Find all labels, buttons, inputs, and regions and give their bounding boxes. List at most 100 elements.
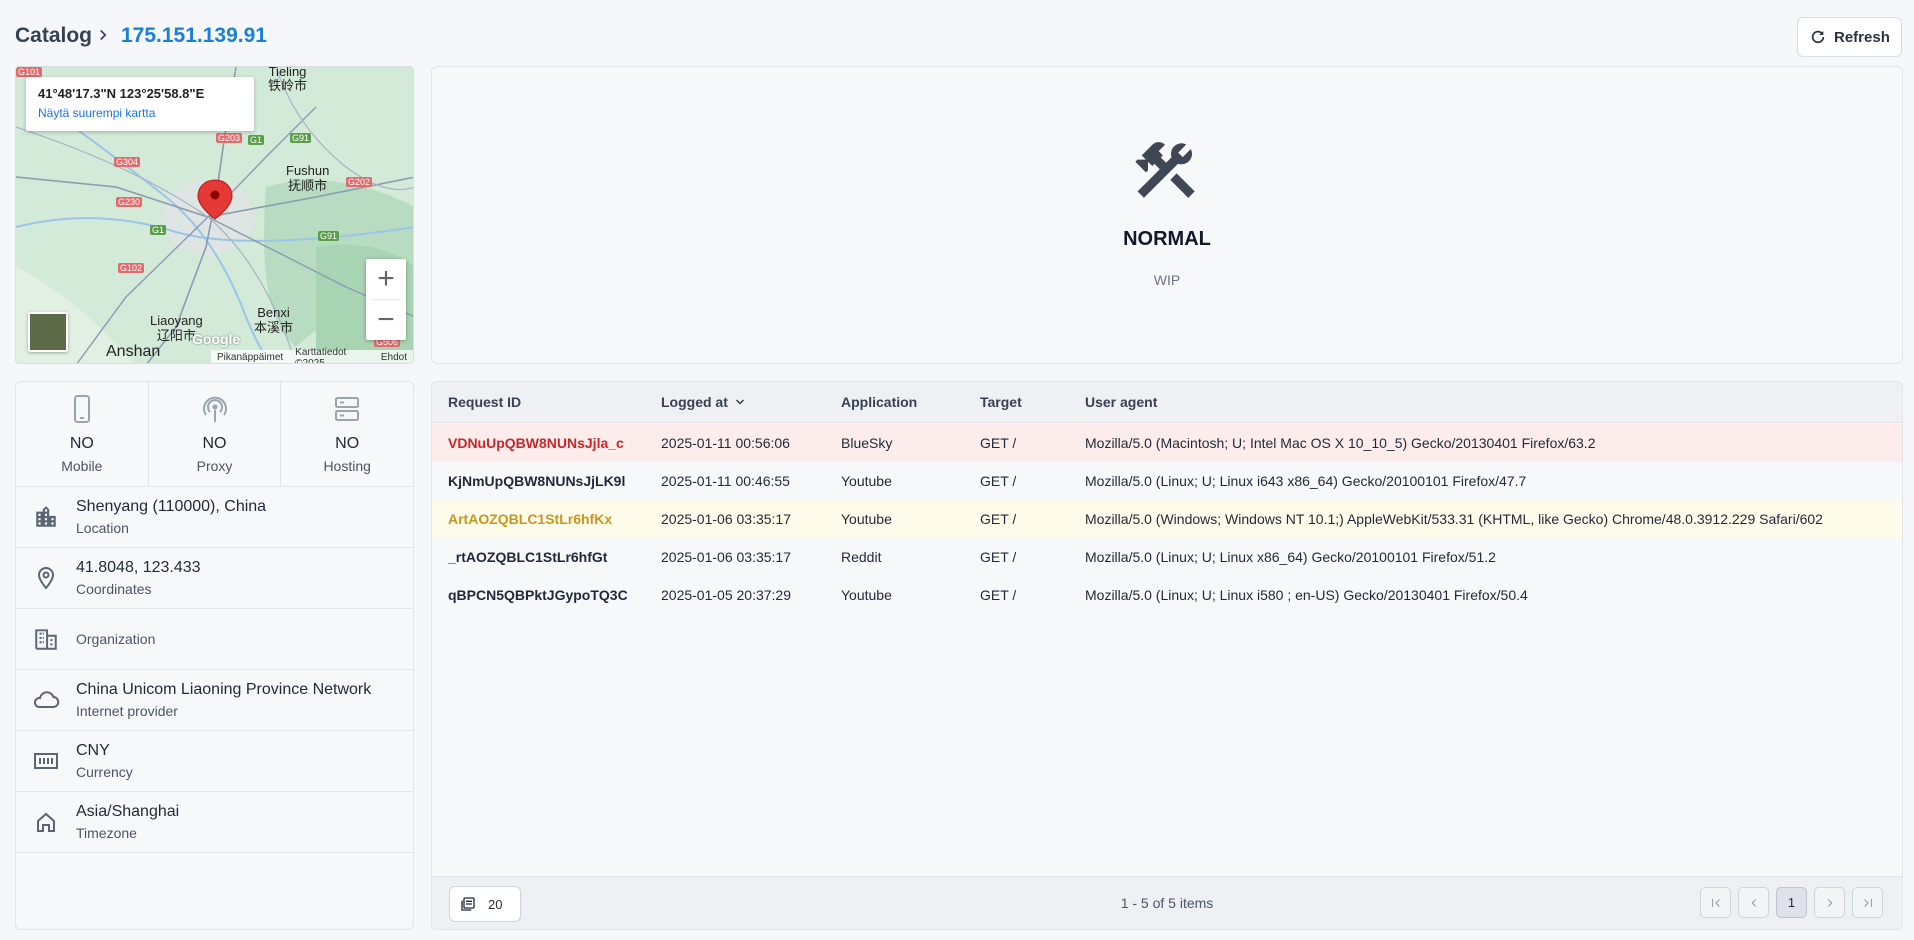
cell-user-agent: Mozilla/5.0 (Linux; U; Linux i580 ; en-U… — [1085, 587, 1528, 603]
flag-value: NO — [202, 435, 227, 452]
map-coordinates: 41°48'17.3"N 123°25'58.8"E — [38, 86, 205, 101]
larger-map-link[interactable]: Näytä suurempi kartta — [38, 106, 242, 120]
cell-request-id[interactable]: KjNmUpQBW8NUNsJjLK9l — [448, 473, 625, 489]
table-row[interactable]: qBPCN5QBPktJGypoTQ3C 2025-01-05 20:37:29… — [432, 576, 1902, 614]
flags-row: NO Mobile NO Proxy NO Hosting — [16, 382, 413, 487]
flag-value: NO — [335, 435, 360, 452]
zoom-in-button[interactable]: + — [366, 259, 406, 299]
flag-proxy: NO Proxy — [149, 382, 282, 486]
status-subtitle: WIP — [1153, 272, 1181, 288]
table-row[interactable]: KjNmUpQBW8NUNsJjLK9l 2025-01-11 00:46:55… — [432, 462, 1902, 500]
flag-label: Proxy — [196, 458, 233, 474]
first-page-button[interactable] — [1700, 887, 1731, 918]
column-user-agent[interactable]: User agent — [1085, 394, 1157, 410]
cell-user-agent: Mozilla/5.0 (Windows; Windows NT 10.1;) … — [1085, 511, 1823, 527]
page-header: Catalog 175.151.139.91 Refresh — [0, 0, 1914, 74]
info-row-organization: Organization — [16, 609, 413, 670]
chevron-left-icon — [1750, 898, 1756, 907]
cell-request-id[interactable]: ArtAOZQBLC1StLr6hfKx — [448, 511, 612, 527]
cell-logged-at: 2025-01-06 03:35:17 — [661, 511, 791, 527]
road-shield: G203 — [216, 133, 243, 143]
cell-request-id[interactable]: VDNuUpQBW8NUNsJjla_c — [448, 435, 624, 451]
last-page-icon — [1863, 898, 1872, 907]
cell-application: Youtube — [841, 587, 892, 603]
cell-application: Youtube — [841, 473, 892, 489]
cell-application: Youtube — [841, 511, 892, 527]
info-row-currency: CNY Currency — [16, 731, 413, 792]
pin-icon — [16, 565, 76, 591]
items-count: 1 - 5 of 5 items — [1120, 895, 1214, 911]
road-shield: G101 — [16, 67, 43, 77]
map-data-attribution: Karttatiedot ©2025 — [295, 346, 347, 364]
flag-hosting: NO Hosting — [281, 382, 413, 486]
table-header: Request ID Logged at Application Target … — [432, 382, 1902, 423]
prev-page-button[interactable] — [1738, 887, 1769, 918]
table-row[interactable]: ArtAOZQBLC1StLr6hfKx 2025-01-06 03:35:17… — [432, 500, 1902, 538]
antenna-icon — [200, 393, 230, 425]
road-shield: G304 — [114, 157, 141, 167]
flag-value: NO — [69, 435, 94, 452]
column-target[interactable]: Target — [980, 394, 1022, 410]
road-shield: G102 — [118, 263, 145, 273]
column-logged-at-label: Logged at — [661, 394, 728, 410]
cell-target: GET / — [980, 587, 1017, 603]
cell-user-agent: Mozilla/5.0 (Macintosh; U; Intel Mac OS … — [1085, 435, 1596, 451]
terms-link[interactable]: Ehdot — [381, 352, 407, 363]
page-button-current[interactable]: 1 — [1776, 887, 1807, 918]
timezone-label: Timezone — [76, 825, 137, 841]
zoom-out-button[interactable]: − — [366, 300, 406, 340]
column-application[interactable]: Application — [841, 394, 917, 410]
cell-logged-at: 2025-01-11 00:56:06 — [661, 435, 790, 451]
cell-logged-at: 2025-01-06 03:35:17 — [661, 549, 791, 565]
road-shield: G1 — [150, 225, 167, 235]
keyboard-shortcuts-link[interactable]: Pikanäppäimet — [217, 352, 283, 363]
table-row[interactable]: VDNuUpQBW8NUNsJjla_c 2025-01-11 00:56:06… — [432, 424, 1902, 462]
cell-user-agent: Mozilla/5.0 (Linux; U; Linux x86_64) Gec… — [1085, 549, 1496, 565]
road-shield: G91 — [290, 133, 312, 143]
column-logged-at[interactable]: Logged at — [661, 394, 746, 410]
info-row-location: Shenyang (110000), China Location — [16, 487, 413, 548]
flag-mobile: NO Mobile — [16, 382, 149, 486]
last-page-button[interactable] — [1852, 887, 1883, 918]
refresh-button[interactable]: Refresh — [1797, 17, 1902, 57]
breadcrumb-catalog[interactable]: Catalog — [15, 24, 92, 48]
info-row-coordinates: 41.8048, 123.433 Coordinates — [16, 548, 413, 609]
coordinates-label: Coordinates — [76, 581, 152, 597]
city-icon — [16, 504, 76, 530]
road-shield: G1 — [248, 135, 265, 145]
cloud-icon — [16, 689, 76, 711]
home-icon — [16, 810, 76, 834]
server-icon — [332, 393, 362, 425]
cell-logged-at: 2025-01-11 00:46:55 — [661, 473, 790, 489]
map-label-anshan: Anshan — [106, 343, 161, 360]
refresh-label: Refresh — [1834, 28, 1890, 46]
cell-request-id[interactable]: qBPCN5QBPktJGypoTQ3C — [448, 587, 628, 603]
map-info-box: 41°48'17.3"N 123°25'58.8"E Näytä suuremp… — [26, 77, 254, 131]
cell-target: GET / — [980, 473, 1017, 489]
table-row[interactable]: _rtAOZQBLC1StLr6hfGt 2025-01-06 03:35:17… — [432, 538, 1902, 576]
info-row-timezone: Asia/Shanghai Timezone — [16, 792, 413, 853]
organization-label: Organization — [76, 631, 156, 647]
status-title: NORMAL — [1123, 228, 1211, 250]
cell-user-agent: Mozilla/5.0 (Linux; U; Linux i643 x86_64… — [1085, 473, 1527, 489]
cell-request-id[interactable]: _rtAOZQBLC1StLr6hfGt — [448, 549, 607, 565]
next-page-button[interactable] — [1814, 887, 1845, 918]
road-shield: G230 — [116, 197, 143, 207]
table-footer: 20 1 - 5 of 5 items 1 — [432, 876, 1902, 929]
cell-logged-at: 2025-01-05 20:37:29 — [661, 587, 791, 603]
refresh-icon — [1811, 30, 1825, 44]
location-map[interactable]: G101 G203 G1 G91 G304 G202 G230 G1 G91 G… — [15, 66, 414, 364]
column-request-id[interactable]: Request ID — [448, 394, 521, 410]
isp-value: China Unicom Liaoning Province Network — [76, 681, 372, 698]
breadcrumb-current-ip: 175.151.139.91 — [121, 24, 267, 47]
cell-application: BlueSky — [841, 435, 893, 451]
flag-label: Hosting — [323, 458, 371, 474]
isp-label: Internet provider — [76, 703, 178, 719]
coordinates-value: 41.8048, 123.433 — [76, 559, 201, 576]
map-label-benxi: Benxi 本溪市 — [254, 305, 294, 335]
sort-desc-icon — [735, 399, 744, 405]
mobile-icon — [71, 393, 93, 425]
tools-icon — [1135, 142, 1195, 198]
google-logo: Google — [192, 331, 241, 347]
satellite-toggle-button[interactable] — [28, 312, 68, 352]
